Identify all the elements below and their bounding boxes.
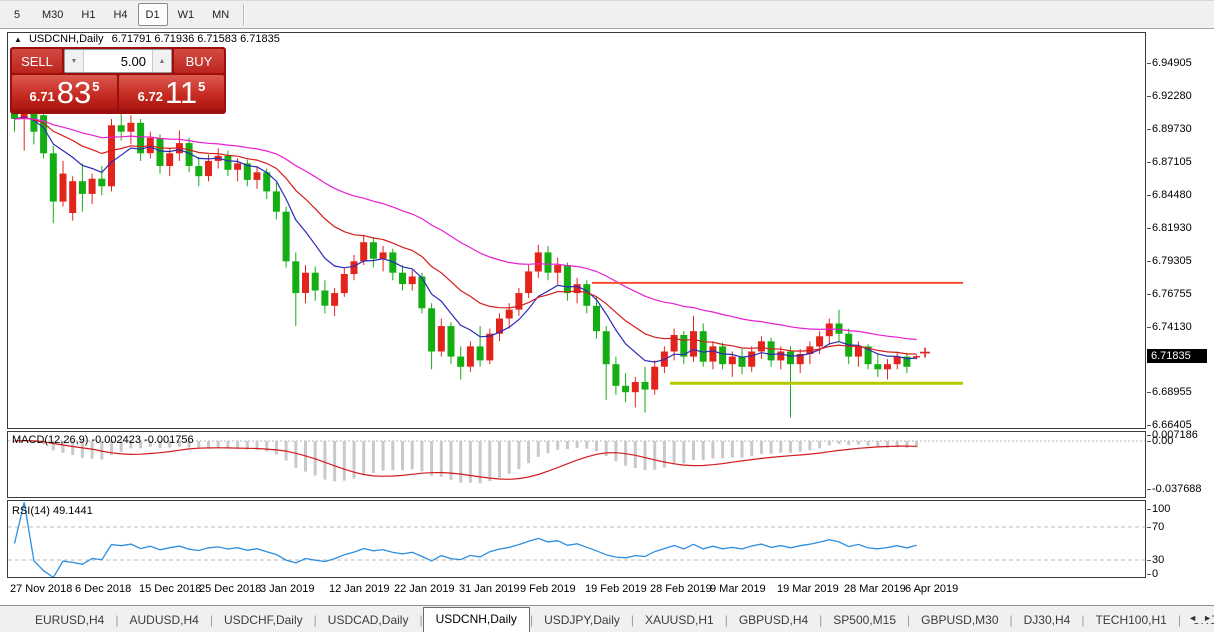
rsi-axis-label: 30	[1152, 554, 1164, 566]
date-label: 9 Feb 2019	[520, 583, 576, 595]
sell-button[interactable]: SELL	[12, 49, 62, 73]
chart-tab-bar: EURUSD,H4|AUDUSD,H4|USDCHF,Daily|USDCAD,…	[0, 605, 1214, 632]
tab-usdjpy-daily[interactable]: USDJPY,Daily	[533, 609, 631, 632]
sell-price-sup: 5	[92, 79, 99, 94]
date-label: 6 Apr 2019	[905, 583, 958, 595]
buy-price-small: 6.72	[138, 89, 163, 104]
tab-sp500-m15[interactable]: SP500,M15	[822, 609, 907, 632]
tab-scroll-arrows: ◄►	[1184, 613, 1212, 623]
tab-gbpusd-m30[interactable]: GBPUSD,M30	[910, 609, 1009, 632]
price-axis-label: 6.89730	[1152, 123, 1192, 135]
buy-price-big: 11	[165, 77, 197, 108]
tab-scroll-right-icon[interactable]: ►	[1203, 613, 1212, 623]
rsi-axis-label: 70	[1152, 521, 1164, 533]
volume-decrease-button[interactable]: ▼	[65, 50, 84, 72]
timeframe-button-w1[interactable]: W1	[170, 3, 203, 26]
price-axis-label: 6.87105	[1152, 156, 1192, 168]
arrow-down-icon: ▼	[71, 58, 78, 65]
timeframe-button-h4[interactable]: H4	[105, 3, 135, 26]
price-axis-label: 6.84480	[1152, 189, 1192, 201]
trade-controls-row: SELL ▼ 5.00 ▲ BUY	[12, 49, 224, 73]
date-label: 31 Jan 2019	[459, 583, 520, 595]
date-label: 19 Mar 2019	[777, 583, 839, 595]
volume-spinner: ▼ 5.00 ▲	[64, 49, 172, 73]
tab-eurusd-h4[interactable]: EURUSD,H4	[24, 609, 115, 632]
timeframe-button-mn[interactable]: MN	[204, 3, 237, 26]
date-label: 19 Feb 2019	[585, 583, 647, 595]
date-label: 12 Jan 2019	[329, 583, 390, 595]
macd-axis-label: 0.00	[1152, 435, 1173, 447]
date-label: 6 Dec 2018	[75, 583, 131, 595]
rsi-line	[15, 502, 917, 577]
price-axis-label: 6.94905	[1152, 57, 1192, 69]
chart-symbol-label: USDCNH,Daily	[29, 33, 104, 45]
sell-price-small: 6.71	[29, 89, 54, 104]
chart-title: ▲ USDCNH,Daily 6.71791 6.71936 6.71583 6…	[14, 33, 280, 45]
date-axis[interactable]: 27 Nov 20186 Dec 2018 15 Dec 201825 Dec 2…	[7, 578, 1146, 604]
tab-xauusd-h1[interactable]: XAUUSD,H1	[634, 609, 725, 632]
date-label: 3 Jan 2019	[260, 583, 314, 595]
macd-axis-label: -0.037688	[1152, 483, 1202, 495]
chart-ohlc-values: 6.71791 6.71936 6.71583 6.71835	[112, 33, 280, 45]
volume-input[interactable]: 5.00	[84, 50, 152, 72]
date-label: 9 Mar 2019	[710, 583, 766, 595]
rsi-indicator-label: RSI(14) 49.1441	[12, 505, 93, 517]
date-label: 28 Mar 2019	[844, 583, 906, 595]
buy-price-tile[interactable]: 6.72 11 5	[119, 75, 224, 110]
sell-price-tile[interactable]: 6.71 83 5	[12, 75, 117, 110]
current-price-tag: 6.71835	[1147, 349, 1207, 363]
one-click-trading-widget: SELL ▼ 5.00 ▲ BUY 6.71 83 5 6.72 11 5	[10, 47, 226, 114]
timeframe-toolbar: 5M30H1H4D1W1MN	[0, 0, 1214, 29]
tab-tech100-h1[interactable]: TECH100,H1	[1084, 609, 1177, 632]
rsi-axis-label: 100	[1152, 503, 1170, 515]
date-label: 22 Jan 2019	[394, 583, 455, 595]
tab-dj30-h4[interactable]: DJ30,H4	[1013, 609, 1082, 632]
ask-price-marker	[920, 348, 930, 358]
price-axis-label: 6.74130	[1152, 321, 1192, 333]
price-axis-label: 6.81930	[1152, 222, 1192, 234]
candlestick-series	[11, 75, 920, 418]
date-label: 15 Dec 2018	[139, 583, 201, 595]
tab-gbpusd-h4[interactable]: GBPUSD,H4	[728, 609, 819, 632]
price-axis-label: 6.68955	[1152, 386, 1192, 398]
date-label: 25 Dec 2018	[199, 583, 261, 595]
rsi-pane[interactable]	[7, 500, 1146, 578]
price-axis-label: 6.76755	[1152, 288, 1192, 300]
buy-button[interactable]: BUY	[174, 49, 224, 73]
date-label: 27 Nov 2018	[10, 583, 72, 595]
tab-scroll-left-icon[interactable]: ◄	[1188, 613, 1197, 623]
buy-price-sup: 5	[198, 79, 205, 94]
rsi-chart[interactable]	[8, 501, 1145, 577]
date-label: 28 Feb 2019	[650, 583, 712, 595]
macd-indicator-label: MACD(12,26,9) -0.002423 -0.001756	[12, 434, 194, 446]
volume-increase-button[interactable]: ▲	[152, 50, 171, 72]
price-tiles-row: 6.71 83 5 6.72 11 5	[12, 75, 224, 110]
timeframe-button-h1[interactable]: H1	[73, 3, 103, 26]
macd-histogram	[13, 440, 918, 483]
sell-price-big: 83	[57, 77, 91, 108]
timeframe-button-m30[interactable]: M30	[34, 3, 71, 26]
tab-usdchf-daily[interactable]: USDCHF,Daily	[213, 609, 314, 632]
timeframe-button-d1[interactable]: D1	[138, 3, 168, 26]
toolbar-separator	[243, 4, 245, 26]
tab-usdcad-daily[interactable]: USDCAD,Daily	[317, 609, 420, 632]
collapse-triangle-icon[interactable]: ▲	[14, 35, 22, 44]
price-axis-label: 6.92280	[1152, 90, 1192, 102]
price-axis-label: 6.79305	[1152, 255, 1192, 267]
tab-usdcnh-daily[interactable]: USDCNH,Daily	[423, 607, 530, 632]
price-axis[interactable]: 6.94905 6.92280 6.89730 6.87105 6.84480 6.819…	[1146, 30, 1214, 605]
rsi-axis-label: 0	[1152, 568, 1158, 580]
tab-audusd-h4[interactable]: AUDUSD,H4	[118, 609, 209, 632]
timeframe-button-5[interactable]: 5	[2, 3, 32, 26]
arrow-up-icon: ▲	[159, 58, 166, 65]
